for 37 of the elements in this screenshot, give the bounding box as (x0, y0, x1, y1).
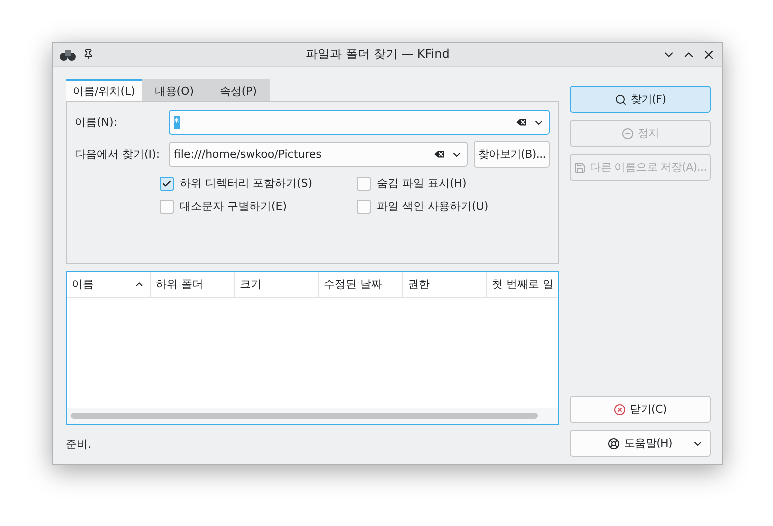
stop-icon (622, 128, 634, 140)
tab[interactable]: 속성(P) (206, 79, 270, 101)
status-text: 준비. (66, 437, 92, 452)
help-button[interactable]: 도움말(H) (570, 430, 711, 457)
column-header[interactable]: 하위 폴더 (151, 272, 235, 297)
close-icon (614, 404, 626, 416)
option-label: 하위 디렉터리 포함하기(S) (180, 176, 313, 191)
save-icon (574, 162, 586, 174)
scroll-bar[interactable] (67, 408, 558, 424)
clear-icon[interactable] (515, 116, 528, 129)
tab[interactable]: 내용(O) (142, 79, 206, 101)
location-field[interactable]: file:///home/swkoo/Pictures (169, 142, 468, 167)
option-label: 숨김 파일 표시(H) (377, 176, 467, 191)
option-label: 파일 색인 사용하기(U) (377, 199, 489, 214)
column-header[interactable]: 크기 (235, 272, 319, 297)
checkbox[interactable] (160, 200, 174, 214)
tab[interactable]: 이름/위치(L) (66, 79, 142, 101)
column-header[interactable]: 권한 (403, 272, 487, 297)
checkbox[interactable] (357, 176, 371, 190)
option-label: 대소문자 구별하기(E) (180, 199, 288, 214)
check-icon (162, 178, 172, 188)
search-icon (614, 94, 627, 106)
location-label: 다음에서 찾기(I): (75, 147, 162, 162)
lifebuoy-icon (608, 438, 620, 450)
close-button[interactable]: 닫기(C) (570, 396, 711, 423)
browse-button[interactable]: 찾아보기(B)... (474, 141, 550, 168)
window-title: 파일과 폴더 찾기 — KFind (305, 46, 451, 63)
column-header[interactable]: 이름 (67, 272, 151, 297)
binoculars-icon (59, 48, 77, 62)
name-label: 이름(N): (75, 115, 119, 130)
find-button[interactable]: 찾기(F) (570, 86, 711, 113)
checkbox[interactable] (160, 176, 174, 190)
column-header[interactable]: 첫 번째로 일 (487, 272, 558, 297)
clear-icon[interactable] (433, 148, 446, 161)
pin-icon[interactable] (83, 49, 94, 60)
checkbox[interactable] (357, 200, 371, 214)
column-header[interactable]: 수정된 날짜 (319, 272, 403, 297)
